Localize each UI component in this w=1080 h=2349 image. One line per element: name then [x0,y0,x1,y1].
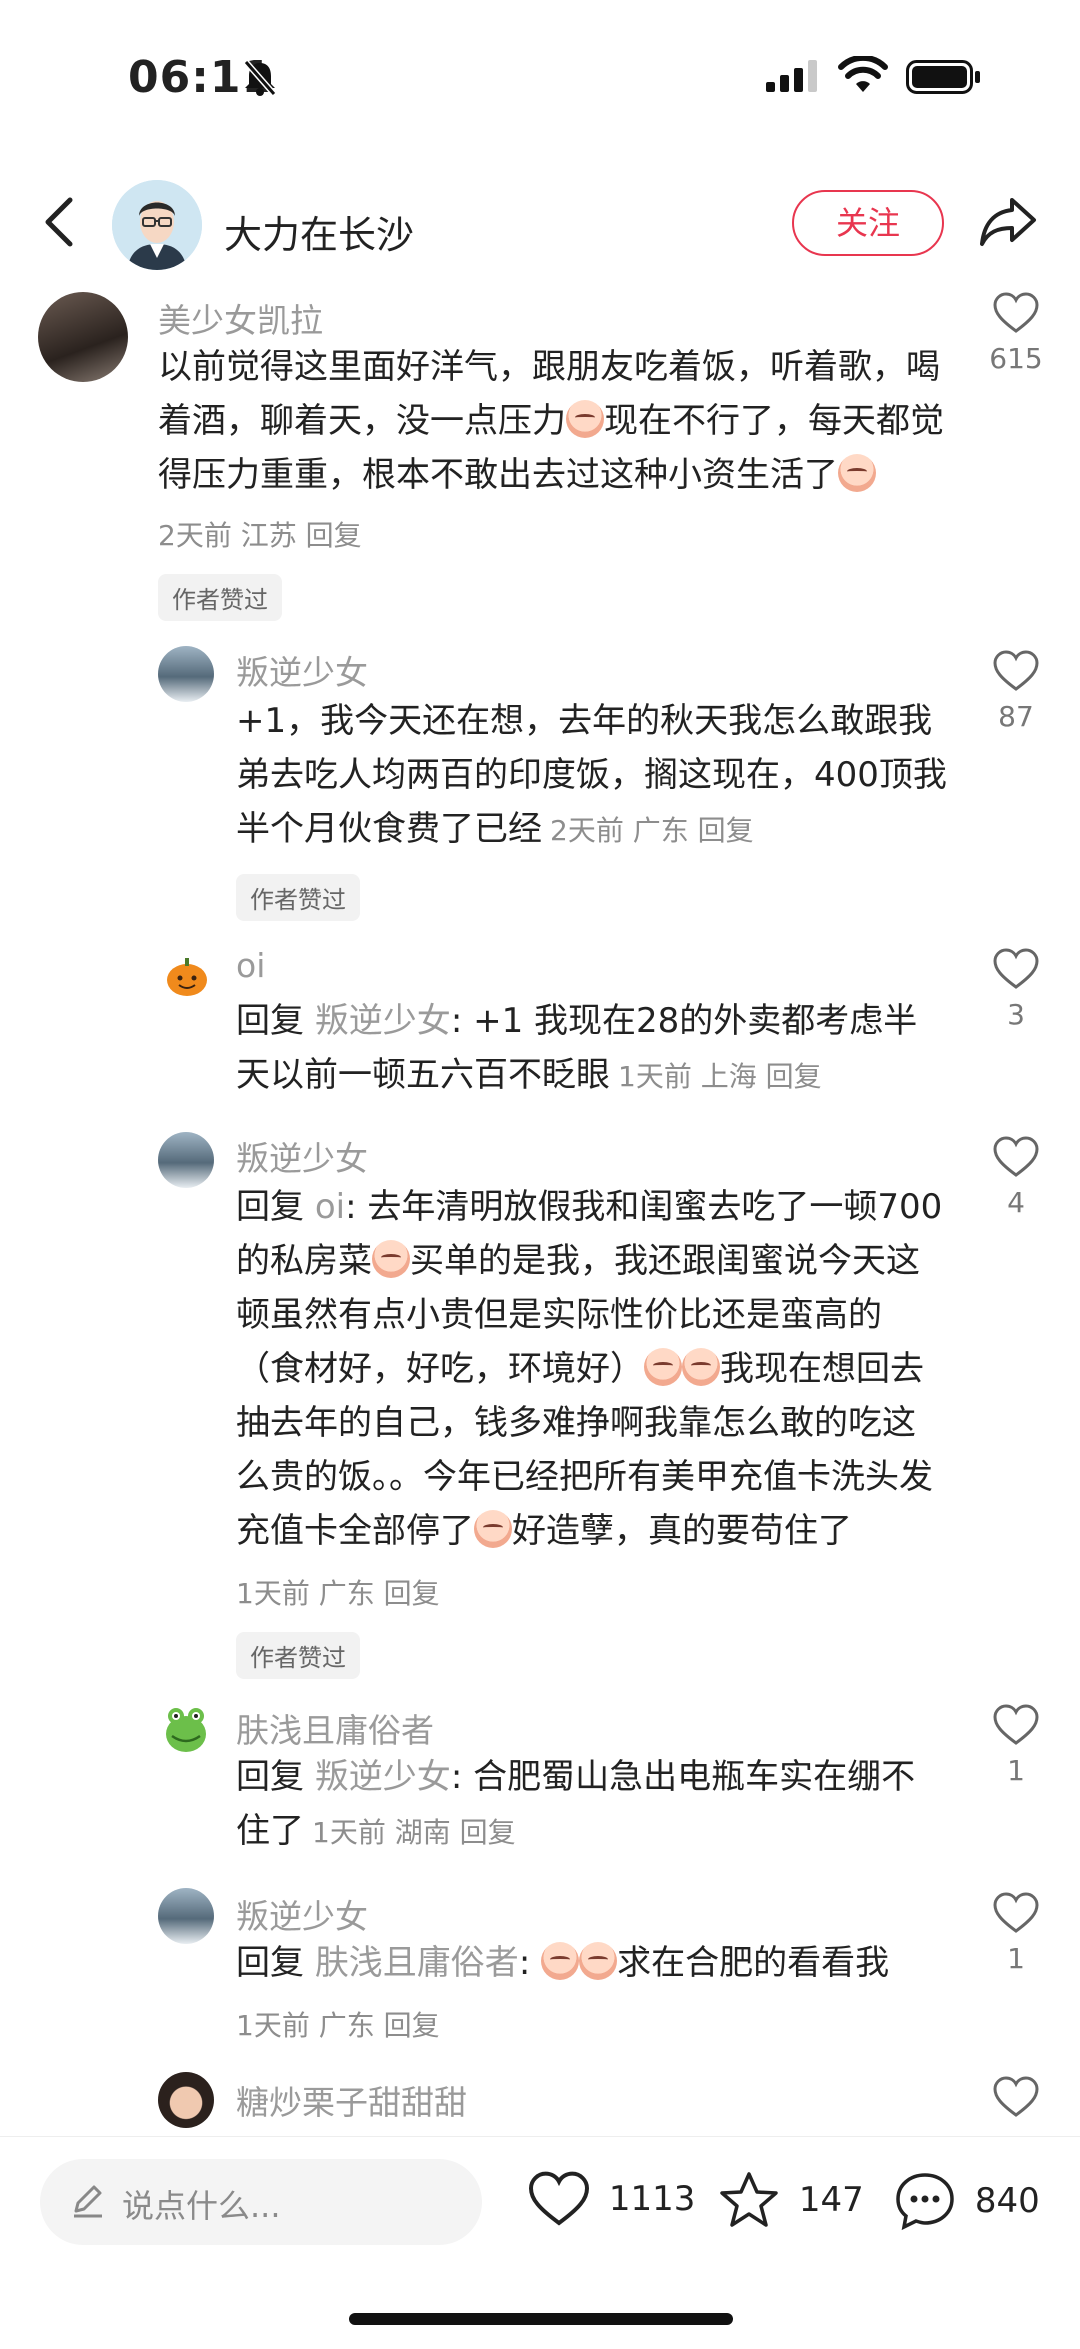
commenter-avatar[interactable] [158,646,214,702]
comment-text-part: : [518,1943,542,1983]
comment-input-placeholder: 说点什么... [122,2187,281,2225]
commenter-avatar[interactable] [162,950,212,1000]
comment-text-part: 求在合肥的看看我 [617,1943,890,1983]
commenter-name[interactable]: 美少女凯拉 [158,294,323,342]
reply-keyword: 回复 [236,1001,304,1041]
status-bar: 06:11 [0,0,1080,150]
comment-text: 回复 叛逆少女: +1 我现在28的外卖都考虑半天以前一顿五六百不眨眼 1天前 上… [236,994,948,1104]
reply-target[interactable]: 叛逆少女 [315,1001,451,1041]
commenter-name[interactable]: 叛逆少女 [236,1890,368,1938]
crying-emoji-icon [838,454,876,492]
share-icon[interactable] [978,194,1038,250]
crying-emoji-icon [372,1240,410,1278]
bottom-action-bar: 说点什么... 1113 147 840 [0,2136,1080,2349]
comment-bubble-icon [896,2173,954,2231]
commenter-name[interactable]: oi [236,946,265,985]
heart-icon[interactable] [993,2076,1039,2118]
comment-meta[interactable]: 2天前 江苏 回复 [158,514,362,554]
crying-emoji-icon [644,1348,682,1386]
battery-icon [906,60,980,94]
comment-meta[interactable]: 1天前 广东 回复 [236,2004,440,2044]
author-liked-badge: 作者赞过 [236,1632,360,1679]
comment-text: 回复 肤浅且庸俗者: 求在合肥的看看我 [236,1936,948,1990]
comment-meta[interactable]: 1天前 广东 回复 [236,1572,440,1612]
comment-text-part: 好造孽，真的要苟住了 [512,1511,852,1551]
back-arrow-icon[interactable] [40,192,80,252]
commenter-name[interactable]: 糖炒栗子甜甜甜 [236,2076,467,2124]
comment-input[interactable]: 说点什么... [40,2159,482,2245]
commenter-avatar[interactable] [38,292,128,382]
heart-icon [528,2171,590,2226]
like-post-button[interactable]: 1113 [528,2171,695,2227]
commenter-avatar[interactable] [158,1700,214,1756]
commenter-name[interactable]: 叛逆少女 [236,646,368,694]
heart-icon[interactable] [993,1704,1039,1746]
home-indicator[interactable] [349,2313,733,2325]
wifi-icon [838,56,888,92]
favorite-post-button[interactable]: 147 [718,2171,864,2229]
commenter-avatar[interactable] [158,1132,214,1188]
post-comment-count: 840 [974,2181,1040,2221]
heart-icon[interactable] [993,292,1039,334]
like-count: 1 [1007,1754,1025,1787]
comment-like[interactable]: 4 [976,1136,1056,1219]
comment-meta[interactable]: 2天前 广东 回复 [550,814,754,847]
crying-emoji-icon [579,1942,618,1980]
reply-keyword: 回复 [236,1943,304,1983]
commenter-name[interactable]: 肤浅且庸俗者 [236,1704,434,1752]
comment-post-button[interactable]: 840 [894,2171,1040,2231]
mute-bell-icon [243,60,277,96]
crying-emoji-icon [682,1348,720,1386]
comment-text: +1，我今天还在想，去年的秋天我怎么敢跟我弟去吃人均两百的印度饭，搁这现在，40… [236,694,948,858]
commenter-name[interactable]: 叛逆少女 [236,1132,368,1180]
reply-keyword: 回复 [236,1187,304,1227]
author-name[interactable]: 大力在长沙 [224,204,414,259]
reply-target[interactable]: 肤浅且庸俗者 [315,1943,519,1983]
signal-icon [766,60,817,92]
star-icon [720,2172,778,2227]
reply-target[interactable]: 叛逆少女 [315,1757,451,1797]
crying-emoji-icon [541,1942,580,1980]
like-count: 615 [989,342,1043,375]
commenter-avatar[interactable] [158,1888,214,1944]
reply-target[interactable]: oi [315,1187,345,1227]
pencil-icon [74,2185,102,2218]
comment-like[interactable]: 1 [976,1704,1056,1787]
like-count: 1 [1007,1942,1025,1975]
heart-icon[interactable] [993,1892,1039,1934]
post-favorite-count: 147 [798,2180,864,2220]
like-count: 3 [1007,998,1025,1031]
crying-emoji-icon [566,400,604,438]
crocodile-avatar-icon [166,1708,206,1752]
comment-like[interactable]: 87 [976,650,1056,733]
comment-like[interactable]: 615 [976,292,1056,375]
heart-icon[interactable] [993,650,1039,692]
like-count: 4 [1007,1186,1025,1219]
comment-like[interactable]: 1 [976,1892,1056,1975]
post-header: 大力在长沙 关注 [0,170,1080,280]
comment-text: 回复 叛逆少女: 合肥蜀山急出电瓶车实在绷不住了 1天前 湖南 回复 [236,1750,948,1860]
like-count: 87 [998,700,1034,733]
author-avatar[interactable] [112,180,202,270]
heart-icon[interactable] [993,948,1039,990]
comment-like[interactable] [976,2076,1056,2122]
comment-text: 回复 oi: 去年清明放假我和闺蜜去吃了一顿700的私房菜 买单的是我，我还跟闺蜜… [236,1180,948,1558]
comment-text: 以前觉得这里面好洋气，跟朋友吃着饭，听着歌，喝着酒，聊着天，没一点压力 现在不行了… [158,340,948,502]
comment-like[interactable]: 3 [976,948,1056,1031]
pumpkin-avatar-icon [167,958,207,996]
comment-meta[interactable]: 1天前 湖南 回复 [312,1816,516,1849]
author-avatar-illustration [112,180,202,270]
commenter-avatar[interactable] [158,2072,214,2128]
comment-meta[interactable]: 1天前 上海 回复 [618,1060,822,1093]
heart-icon[interactable] [993,1136,1039,1178]
author-liked-badge: 作者赞过 [158,574,282,621]
pouting-emoji-icon [474,1510,512,1548]
author-liked-badge: 作者赞过 [236,874,360,921]
post-like-count: 1113 [608,2179,696,2219]
reply-keyword: 回复 [236,1757,304,1797]
follow-button[interactable]: 关注 [792,190,944,256]
